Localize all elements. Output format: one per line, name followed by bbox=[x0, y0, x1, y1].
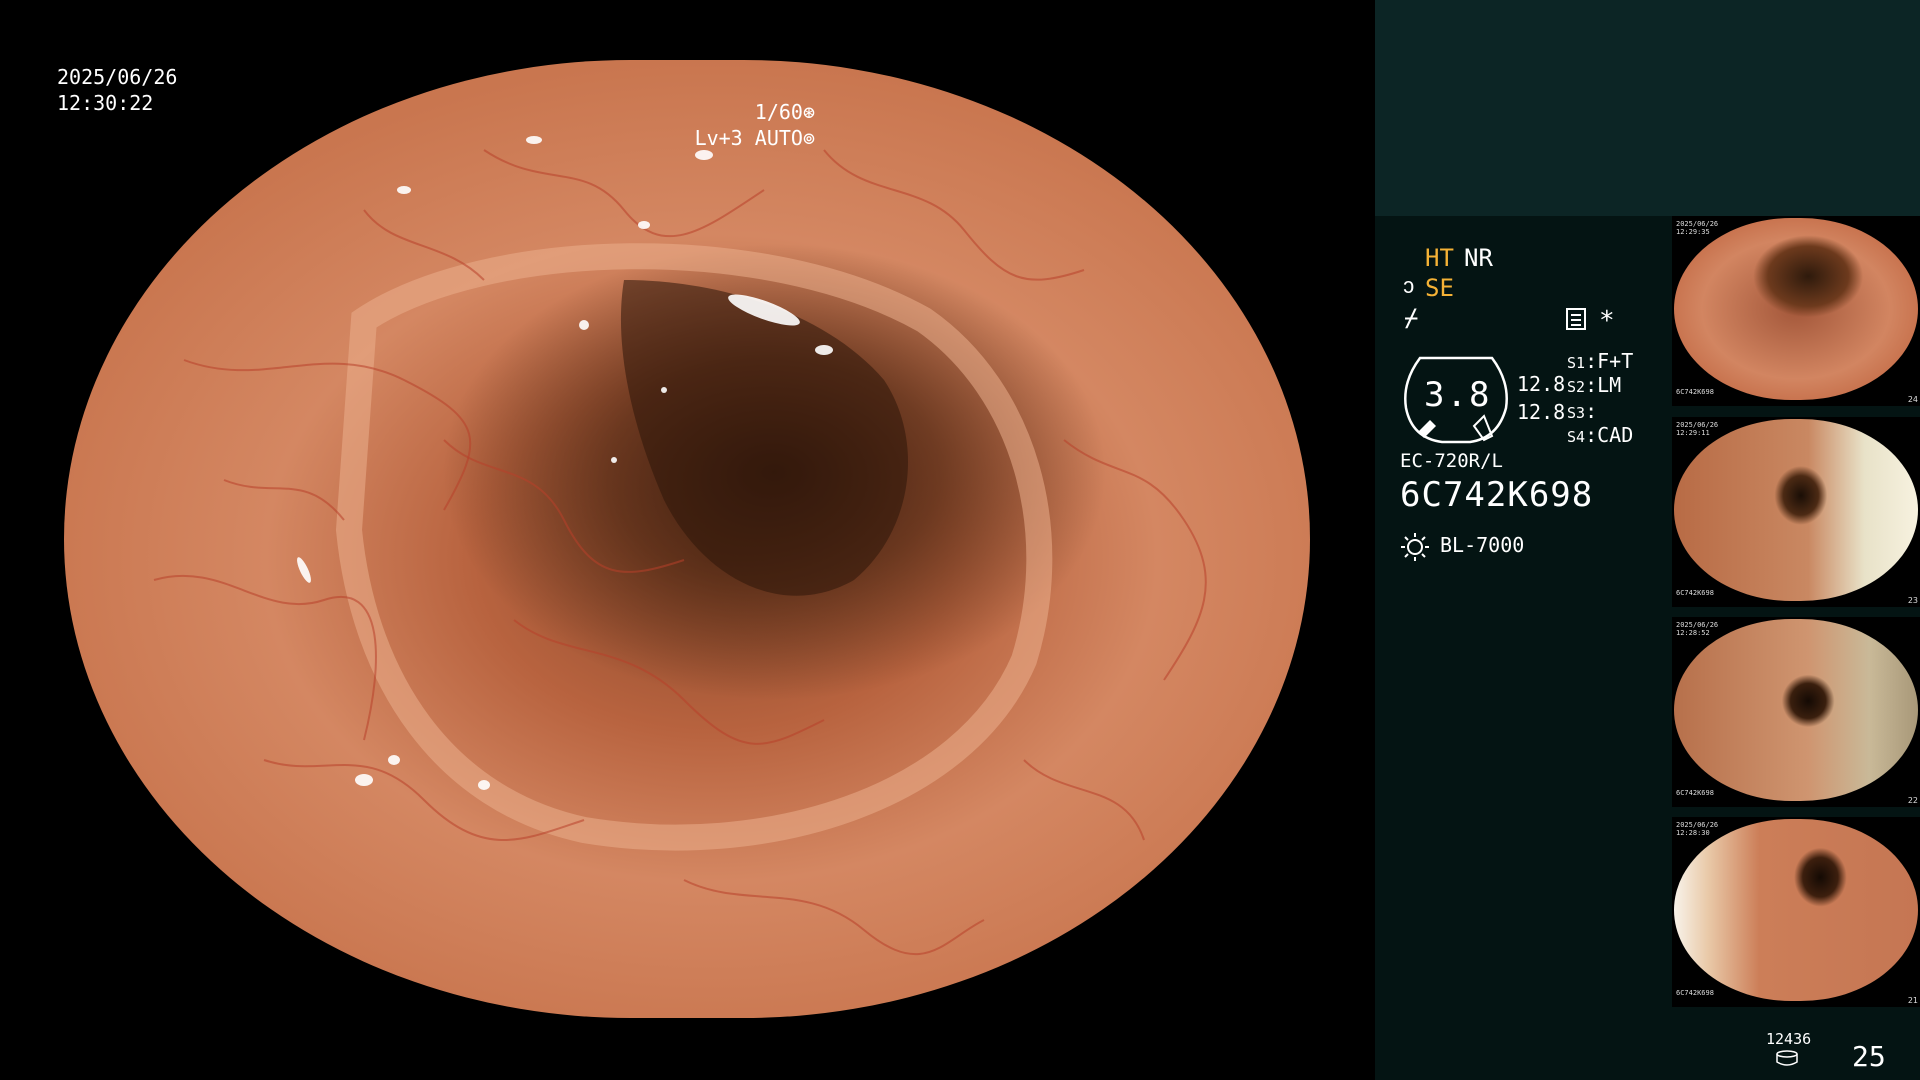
panel-header bbox=[1375, 0, 1920, 216]
thumbnail-info: 2025/06/26 12:29:35 bbox=[1676, 220, 1718, 236]
switch-s4: S4:CAD bbox=[1567, 423, 1634, 447]
level-text: Lv+3 bbox=[694, 126, 743, 150]
thumb-date: 2025/06/26 bbox=[1676, 421, 1719, 429]
thumb-date: 2025/06/26 bbox=[1676, 621, 1719, 629]
se-indicator: SE bbox=[1425, 274, 1454, 302]
light-source-name: BL-7000 bbox=[1440, 533, 1525, 557]
thumb-index: 24 bbox=[1907, 395, 1918, 404]
thumb-time: 12:29:11 bbox=[1676, 429, 1710, 437]
scope-model: EC-720R/L bbox=[1400, 450, 1503, 472]
thumbnail[interactable]: 2025/06/26 12:29:35 6C742K698 24 bbox=[1672, 216, 1920, 406]
ht-indicator: HT bbox=[1425, 244, 1454, 272]
switch-key: S2 bbox=[1567, 378, 1586, 396]
thumb-date: 2025/06/26 bbox=[1676, 821, 1719, 829]
aperture-icon: ⊛ bbox=[802, 100, 815, 124]
record-stack-icon bbox=[1776, 1050, 1798, 1066]
frame-count: 25 bbox=[1852, 1040, 1886, 1073]
record-count: 12436 bbox=[1766, 1030, 1812, 1048]
shutter-text: 1/60 bbox=[754, 100, 803, 124]
thumbnail-image bbox=[1674, 218, 1918, 400]
gain-top: 12.8 bbox=[1517, 372, 1566, 396]
thumb-date: 2025/06/26 bbox=[1676, 220, 1719, 228]
light-source-icon bbox=[1401, 533, 1429, 561]
structure-enhance-icon: ↄ bbox=[1402, 274, 1416, 299]
mucosa-vessels bbox=[153, 136, 1207, 956]
timestamp: 2025/06/26 12:30:22 bbox=[57, 64, 177, 116]
thumb-time: 12:28:52 bbox=[1676, 629, 1710, 637]
date-text: 2025/06/26 bbox=[57, 65, 178, 89]
thumb-serial: 6C742K698 bbox=[1676, 789, 1714, 797]
thumb-index: 22 bbox=[1907, 796, 1918, 805]
gain-bottom: 12.8 bbox=[1517, 400, 1566, 424]
thumbnail-info: 2025/06/26 12:28:52 bbox=[1676, 621, 1718, 637]
switch-value: LM bbox=[1597, 373, 1622, 397]
switch-key: S4 bbox=[1567, 428, 1586, 446]
thumbnail-image bbox=[1674, 419, 1918, 601]
irregular-icon: ⌿ bbox=[1404, 304, 1419, 332]
thumb-time: 12:28:30 bbox=[1676, 829, 1710, 837]
thumbnail-image bbox=[1674, 819, 1918, 1001]
memory-card-icon bbox=[1566, 308, 1586, 330]
thumb-index: 21 bbox=[1907, 996, 1918, 1005]
switch-s3: S3: bbox=[1567, 399, 1598, 423]
mode-text: AUTO bbox=[754, 126, 803, 150]
nr-indicator: NR bbox=[1464, 244, 1493, 272]
time-text: 12:30:22 bbox=[57, 91, 154, 115]
exposure-info: 1/60⊛ Lv+3 AUTO⊚ bbox=[695, 99, 815, 151]
switch-s1: S1:F+T bbox=[1567, 349, 1634, 373]
thumbnail-image bbox=[1674, 619, 1918, 801]
switch-key: S1 bbox=[1567, 354, 1586, 372]
gauge-value: 3.8 bbox=[1424, 375, 1492, 415]
scope-serial: 6C742K698 bbox=[1400, 475, 1594, 515]
gauge-right-marker bbox=[1472, 414, 1494, 442]
switch-value: CAD bbox=[1597, 423, 1634, 447]
thumb-index: 23 bbox=[1907, 596, 1918, 605]
thumbnail-info: 2025/06/26 12:28:30 bbox=[1676, 821, 1718, 837]
thumb-time: 12:29:35 bbox=[1676, 228, 1710, 236]
auto-dial-icon: ⊚ bbox=[802, 126, 815, 150]
thumb-serial: 6C742K698 bbox=[1676, 388, 1714, 396]
asterisk-icon: * bbox=[1599, 306, 1615, 336]
thumbnail[interactable]: 2025/06/26 12:28:30 6C742K698 21 bbox=[1672, 817, 1920, 1007]
thumb-serial: 6C742K698 bbox=[1676, 589, 1714, 597]
switch-key: S3 bbox=[1567, 404, 1586, 422]
thumbnail[interactable]: 2025/06/26 12:28:52 6C742K698 22 bbox=[1672, 617, 1920, 807]
endoscope-viewport: 2025/06/26 12:30:22 1/60⊛ Lv+3 AUTO⊚ bbox=[0, 0, 1375, 1080]
thumbnail[interactable]: 2025/06/26 12:29:11 6C742K698 23 bbox=[1672, 417, 1920, 607]
switch-s2: S2:LM bbox=[1567, 373, 1622, 397]
endoscope-image bbox=[64, 60, 1310, 1018]
switch-value: F+T bbox=[1597, 349, 1634, 373]
thumb-serial: 6C742K698 bbox=[1676, 989, 1714, 997]
thumbnail-info: 2025/06/26 12:29:11 bbox=[1676, 421, 1718, 437]
